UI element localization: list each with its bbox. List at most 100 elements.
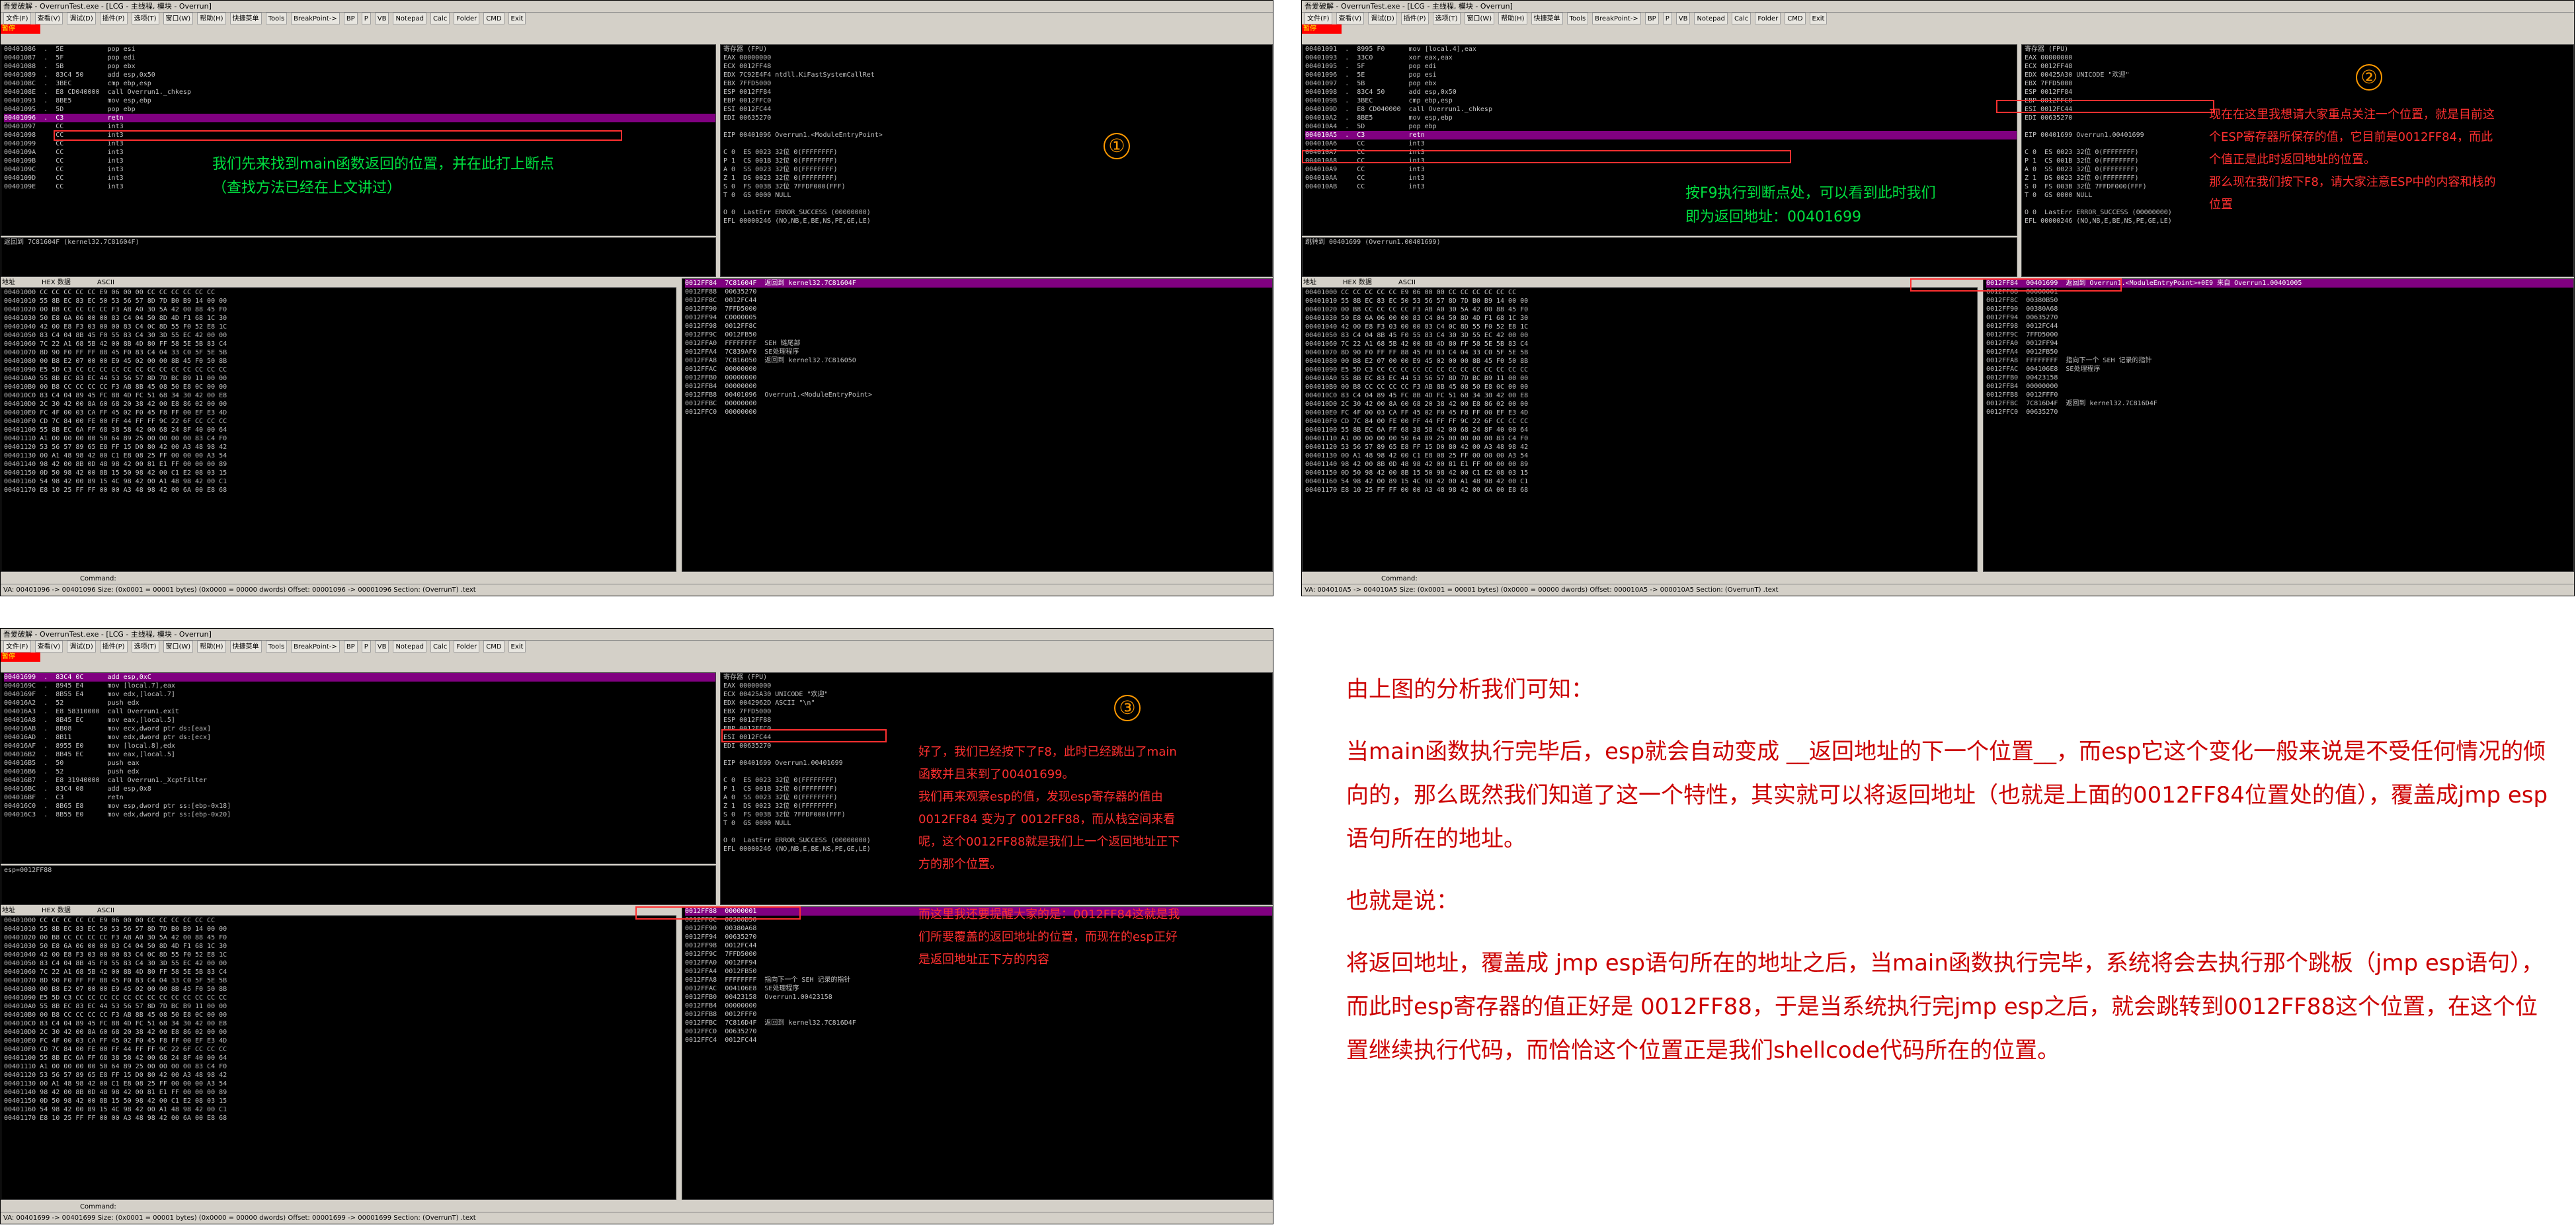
- hex-rows-row[interactable]: 00401000 CC CC CC CC CC E9 06 00 00 CC C…: [4, 288, 676, 297]
- disasm-row[interactable]: 004016A2 . 52 push edx: [4, 699, 715, 707]
- menu-item[interactable]: Calc: [430, 13, 450, 24]
- hex-rows-row[interactable]: 00401140 98 42 00 8B 0D 48 98 42 00 81 E…: [1305, 460, 1977, 469]
- disasm-row[interactable]: 0040108C . 3BEC cmp ebp,esp: [4, 79, 715, 88]
- registers-row[interactable]: 寄存器 (FPU): [723, 45, 1272, 54]
- hex-rows-row[interactable]: 00401060 7C 22 A1 68 5B 42 00 8B 4D 80 F…: [4, 340, 676, 348]
- stack-rows-row[interactable]: 0012FFB0 00423158 Overrun1.00423158: [685, 993, 1272, 1002]
- registers-row[interactable]: ECX 0012FF48: [723, 62, 1272, 71]
- stack-rows-row[interactable]: 0012FFBC 7C816D4F 返回到 kernel32.7C816D4F: [1986, 399, 2573, 408]
- menu-item[interactable]: Calc: [1731, 13, 1751, 24]
- stack-rows-row[interactable]: 0012FF90 00380A68: [1986, 305, 2573, 313]
- menu-item[interactable]: Folder: [454, 641, 480, 653]
- hex-rows-row[interactable]: 00401070 8D 90 F0 FF FF 88 45 F0 83 C4 0…: [4, 348, 676, 357]
- disasm-row[interactable]: 004016B6 . 52 push edx: [4, 768, 715, 776]
- registers-row[interactable]: [723, 122, 1272, 131]
- menu-item[interactable]: BreakPoint->: [291, 13, 340, 24]
- menu-item[interactable]: BP: [343, 641, 358, 653]
- disasm-row[interactable]: 00401091 . 8995 F0 mov [local.4],eax: [1305, 45, 2017, 54]
- disasm-row[interactable]: 00401098 . 83C4 50 add esp,0x50: [1305, 88, 2017, 97]
- disasm-row[interactable]: 004010A4 . 5D pop ebp: [1305, 122, 2017, 131]
- registers-row[interactable]: EBX 7FFD5000: [723, 79, 1272, 88]
- hex-rows-row[interactable]: 00401100 55 8B EC 6A FF 68 38 58 42 00 6…: [4, 1054, 676, 1062]
- hex-rows-row[interactable]: 00401050 83 C4 04 8B 45 F0 55 83 C4 30 3…: [4, 959, 676, 968]
- stack-rows-row[interactable]: 0012FFB0 00000000: [685, 374, 1272, 382]
- menu-item[interactable]: Tools: [1566, 13, 1589, 24]
- disasm-row[interactable]: 004016BC . 83C4 08 add esp,0x8: [4, 785, 715, 793]
- registers-row[interactable]: A 0 SS 0023 32位 0(FFFFFFFF): [723, 165, 1272, 174]
- menu-item[interactable]: 帮助(H): [1498, 13, 1527, 24]
- hex-rows-row[interactable]: 004010F0 CD 7C 84 00 FE 00 FF 44 FF FF 9…: [4, 417, 676, 426]
- hex-rows-row[interactable]: 004010E0 FC 4F 00 03 CA FF 45 02 F0 45 F…: [4, 409, 676, 417]
- stack-rows-row[interactable]: 0012FFC4 0012FC44: [685, 1036, 1272, 1045]
- hex-dump-pane[interactable]: 00401000 CC CC CC CC CC E9 06 00 00 CC C…: [1, 916, 676, 1200]
- menu-item[interactable]: Calc: [430, 641, 450, 653]
- registers-row[interactable]: ESP 0012FF84: [2025, 88, 2573, 97]
- stack-pane[interactable]: 0012FF84 7C81604F 返回到 kernel32.7C81604F 0…: [682, 278, 1273, 572]
- menu-item[interactable]: BP: [1644, 13, 1659, 24]
- menu-item[interactable]: Folder: [454, 13, 480, 24]
- disasm-row[interactable]: 00401095 . 5D pop ebp: [4, 105, 715, 114]
- hex-rows-row[interactable]: 004010C0 83 C4 04 89 45 FC 8B 4D FC 51 6…: [4, 1019, 676, 1028]
- hex-rows-row[interactable]: 00401150 0D 50 98 42 00 8B 15 50 98 42 0…: [4, 1097, 676, 1105]
- hex-rows-row[interactable]: 00401120 53 56 57 89 65 E8 FF 15 D0 80 4…: [4, 443, 676, 452]
- disasm-row[interactable]: 004016A3 . E8 58310000 call Overrun1.exi…: [4, 707, 715, 716]
- registers-pane[interactable]: 寄存器 (FPU) EAX 00000000 ECX 0012FF48 EDX 7C9…: [720, 44, 1273, 277]
- stack-rows-row[interactable]: 0012FFB8 0012FFF0: [685, 1010, 1272, 1019]
- hex-rows-row[interactable]: 004010E0 FC 4F 00 03 CA FF 45 02 F0 45 F…: [4, 1037, 676, 1045]
- stack-rows-row[interactable]: 0012FF84 7C81604F 返回到 kernel32.7C81604F: [685, 279, 1272, 288]
- registers-row[interactable]: ECX 00425A30 UNICODE "欢迎": [723, 690, 1272, 699]
- menu-item[interactable]: 文件(F): [3, 641, 31, 653]
- stack-rows-row[interactable]: 0012FFB4 00000000: [1986, 382, 2573, 391]
- hex-rows-row[interactable]: 00401120 53 56 57 89 65 E8 FF 15 D0 80 4…: [4, 1071, 676, 1080]
- hex-rows-row[interactable]: 004010D0 2C 30 42 00 8A 60 68 20 38 42 0…: [1305, 400, 1977, 409]
- menu-item[interactable]: P: [361, 13, 371, 24]
- disasm-row[interactable]: 004016B2 . 8B45 EC mov eax,[local.5]: [4, 750, 715, 759]
- menu-item[interactable]: 窗口(W): [163, 641, 194, 653]
- menu-item[interactable]: 查看(V): [34, 13, 63, 24]
- menu-item[interactable]: Notepad: [1694, 13, 1728, 24]
- menu-item[interactable]: 插件(P): [99, 641, 128, 653]
- hex-rows-row[interactable]: 00401130 00 A1 48 98 42 00 C1 E8 08 25 F…: [1305, 452, 1977, 460]
- registers-row[interactable]: EFL 00000246 (NO,NB,E,BE,NS,PE,GE,LE): [723, 217, 1272, 225]
- menu-item[interactable]: CMD: [483, 13, 504, 24]
- stack-pane[interactable]: 0012FF84 00401699 返回到 Overrun1.<ModuleEn…: [1983, 278, 2574, 572]
- disasm-row[interactable]: 004010A6 CC int3: [1305, 139, 2017, 148]
- stack-rows-row[interactable]: 0012FFC0 00635270: [685, 1027, 1272, 1036]
- registers-row[interactable]: S 0 FS 003B 32位 7FFDF000(FFF): [723, 182, 1272, 191]
- hex-rows-row[interactable]: 00401140 98 42 00 8B 0D 48 98 42 00 81 E…: [4, 1088, 676, 1097]
- disasm-row[interactable]: 00401089 . 83C4 50 add esp,0x50: [4, 71, 715, 79]
- stack-rows-row[interactable]: 0012FFC0 00635270: [1986, 408, 2573, 416]
- hex-dump-pane[interactable]: 00401000 CC CC CC CC CC E9 06 00 00 CC C…: [1, 288, 676, 572]
- disasm-row[interactable]: 00401093 . 8BE5 mov esp,ebp: [4, 97, 715, 105]
- menu-item[interactable]: 帮助(H): [197, 641, 226, 653]
- stack-rows-row[interactable]: 0012FFB4 00000000: [685, 382, 1272, 391]
- hex-rows-row[interactable]: 004010F0 CD 7C 84 00 FE 00 FF 44 FF FF 9…: [1305, 417, 1977, 426]
- disasm-row[interactable]: 004016B5 . 50 push eax: [4, 759, 715, 768]
- stack-rows-row[interactable]: 0012FFA0 0012FF94: [1986, 339, 2573, 348]
- menu-item[interactable]: Exit: [508, 641, 526, 653]
- hex-rows-row[interactable]: 00401080 00 B8 E2 07 00 00 E9 45 02 00 0…: [4, 985, 676, 994]
- disasm-row[interactable]: 004016AB . 8B08 mov ecx,dword ptr ds:[ea…: [4, 725, 715, 733]
- hex-rows-row[interactable]: 00401010 55 8B EC 83 EC 50 53 56 57 8D 7…: [1305, 297, 1977, 305]
- registers-row[interactable]: 寄存器 (FPU): [723, 673, 1272, 682]
- registers-row[interactable]: EBX 7FFD5000: [2025, 79, 2573, 88]
- hex-rows-row[interactable]: 00401150 0D 50 98 42 00 8B 15 50 98 42 0…: [1305, 469, 1977, 477]
- hex-rows-row[interactable]: 00401140 98 42 00 8B 0D 48 98 42 00 81 E…: [4, 460, 676, 469]
- disasm-row[interactable]: 004016AF . 8955 E0 mov [local.8],edx: [4, 742, 715, 750]
- disasm-row[interactable]: 004016C0 . 8B65 E8 mov esp,dword ptr ss:…: [4, 802, 715, 811]
- hex-rows-row[interactable]: 00401070 8D 90 F0 FF FF 88 45 F0 83 C4 0…: [1305, 348, 1977, 357]
- registers-row[interactable]: ESP 0012FF88: [723, 716, 1272, 725]
- hex-rows-row[interactable]: 00401160 54 98 42 00 89 15 4C 98 42 00 A…: [4, 1105, 676, 1114]
- disasm-row[interactable]: 00401699 . 83C4 0C add esp,0xC: [4, 673, 715, 682]
- menu-item[interactable]: P: [1662, 13, 1672, 24]
- registers-row[interactable]: EAX 00000000: [723, 54, 1272, 62]
- hex-rows-row[interactable]: 00401020 00 B8 CC CC CC CC F3 AB A0 30 5…: [4, 305, 676, 314]
- stack-rows-row[interactable]: 0012FF98 0012FF8C: [685, 322, 1272, 331]
- disasm-row[interactable]: 004010A9 CC int3: [1305, 165, 2017, 174]
- hex-rows-row[interactable]: 004010D0 2C 30 42 00 8A 60 68 20 38 42 0…: [4, 400, 676, 409]
- hex-rows-row[interactable]: 00401050 83 C4 04 8B 45 F0 55 83 C4 30 3…: [1305, 331, 1977, 340]
- menu-item[interactable]: 选项(T): [131, 641, 159, 653]
- hex-rows-row[interactable]: 00401110 A1 00 00 00 00 50 64 89 25 00 0…: [4, 1062, 676, 1071]
- hex-rows-row[interactable]: 00401010 55 8B EC 83 EC 50 53 56 57 8D 7…: [4, 297, 676, 305]
- hex-rows-row[interactable]: 00401080 00 B8 E2 07 00 00 E9 45 02 00 0…: [4, 357, 676, 366]
